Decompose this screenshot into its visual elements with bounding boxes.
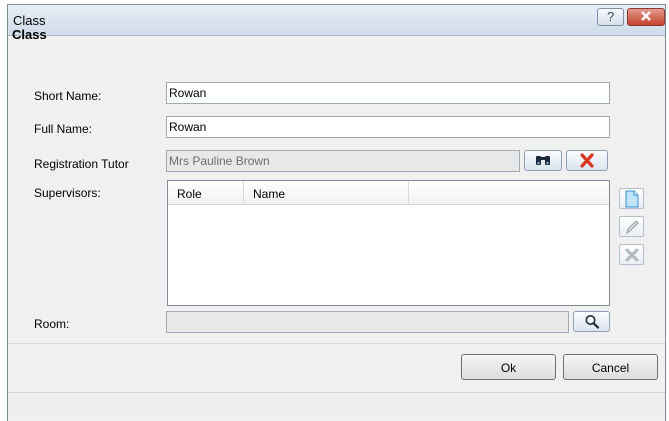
status-strip	[8, 392, 665, 418]
binoculars-icon	[536, 156, 550, 165]
divider	[8, 343, 665, 344]
window-title: Class	[13, 13, 46, 28]
new-supervisor-button[interactable]	[619, 188, 644, 209]
cancel-button[interactable]: Cancel	[563, 354, 658, 380]
full-name-input[interactable]: Rowan	[166, 116, 610, 138]
find-tutor-button[interactable]	[524, 150, 562, 171]
new-document-icon	[625, 190, 638, 208]
delete-supervisor-button[interactable]	[619, 244, 644, 265]
supervisors-grid[interactable]: Role Name	[167, 180, 610, 306]
grid-header: Role Name	[168, 181, 609, 205]
clear-tutor-button[interactable]	[566, 150, 608, 171]
close-button[interactable]	[627, 8, 665, 26]
magnifier-icon	[585, 315, 599, 329]
registration-tutor-field: Mrs Pauline Brown	[166, 150, 520, 172]
svg-text:?: ?	[607, 9, 614, 23]
help-icon: ?	[607, 9, 614, 23]
section-title: Class	[12, 27, 47, 42]
short-name-input[interactable]: Rowan	[166, 82, 610, 104]
red-x-icon	[580, 153, 594, 168]
room-field	[166, 311, 569, 333]
full-name-label: Full Name:	[34, 122, 93, 136]
column-role[interactable]: Role	[168, 181, 244, 204]
help-button[interactable]: ?	[597, 8, 624, 26]
column-name[interactable]: Name	[244, 181, 409, 204]
short-name-label: Short Name:	[34, 89, 102, 103]
delete-x-icon	[625, 248, 638, 262]
supervisors-label: Supervisors:	[34, 186, 101, 200]
title-bar: Class ?	[8, 5, 665, 36]
ok-button[interactable]: Ok	[461, 354, 556, 380]
close-icon	[641, 11, 651, 21]
edit-supervisor-button[interactable]	[619, 216, 644, 237]
pencil-icon	[625, 220, 639, 235]
registration-tutor-label: Registration Tutor	[34, 157, 129, 171]
room-search-button[interactable]	[573, 311, 610, 332]
room-label: Room:	[34, 317, 70, 331]
